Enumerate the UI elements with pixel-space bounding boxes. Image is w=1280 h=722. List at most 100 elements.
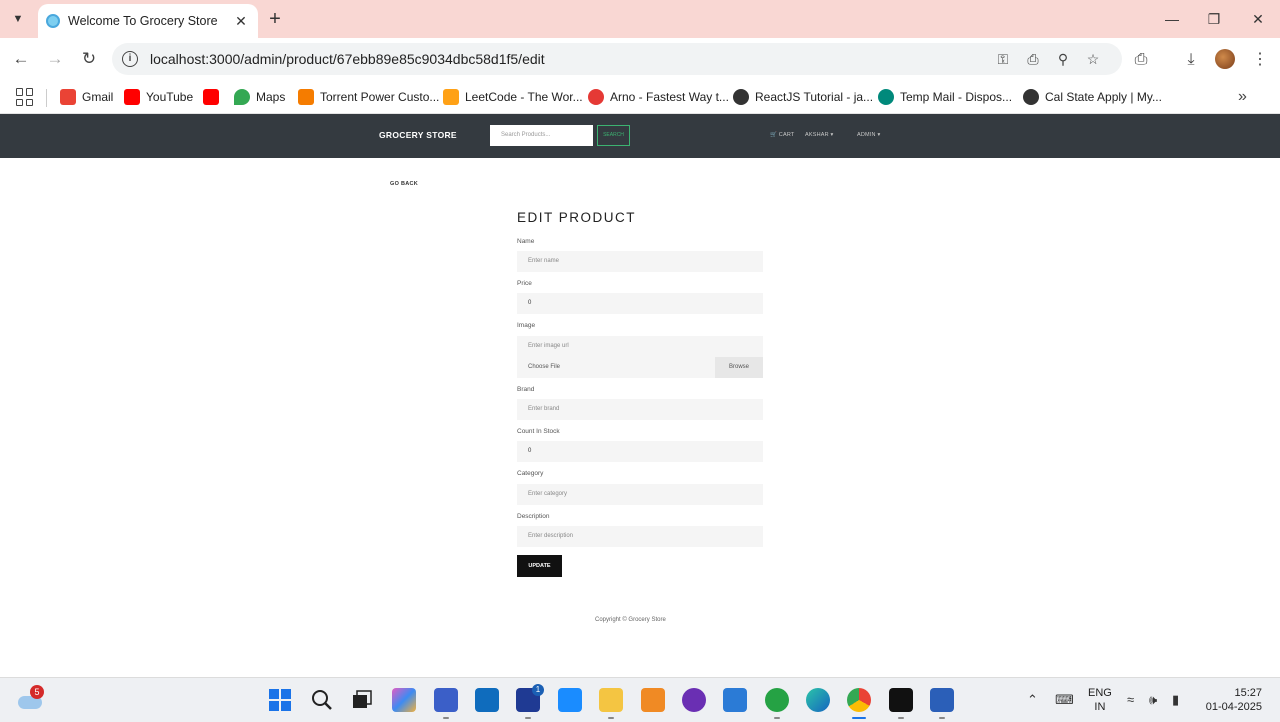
system-clock[interactable]: 15:27 01-04-2025 [1202,686,1262,714]
forward-icon[interactable]: → [42,46,68,72]
file-explorer-app[interactable] [599,688,623,719]
microsoft-store-app[interactable] [434,688,458,719]
image-file-input[interactable]: Choose File Browse [517,357,763,378]
bookmark-youtube-2[interactable] [203,86,225,108]
site-brand[interactable]: GROCERY STORE [379,130,457,140]
reload-icon[interactable]: ↻ [76,46,102,72]
description-field[interactable]: Enter description [517,526,763,547]
show-hidden-icons[interactable]: ⌃ [1027,692,1038,708]
wifi-icon[interactable]: ≈ [1127,692,1134,707]
youtube-icon [124,89,140,105]
browser-tab-active[interactable]: Welcome To Grocery Store ✕ [38,4,258,38]
keyboard-icon[interactable]: ⌨ [1055,692,1074,708]
cart-link[interactable]: 🛒 CART [770,132,794,138]
bookmarks-divider [46,89,47,107]
back-icon[interactable]: ← [8,46,34,72]
search-button[interactable]: SEARCH [597,125,630,146]
chrome-menu-icon[interactable]: ⋮ [1248,48,1272,72]
category-field[interactable]: Enter category [517,484,763,505]
update-button[interactable]: UPDATE [517,555,562,577]
browser-toolbar: ← → ↻ i localhost:3000/admin/product/67e… [0,38,1280,80]
site-info-icon[interactable]: i [122,51,138,67]
language-code: ENG [1088,687,1112,699]
admin-label: ADMIN [857,132,876,138]
extensions-icon[interactable]: ⎙ [1129,48,1153,72]
password-key-icon[interactable]: ⚿ [993,49,1013,69]
bookmark-youtube[interactable]: YouTube [124,86,193,108]
new-tab-icon[interactable]: + [264,6,286,32]
user-menu[interactable]: AKSHAR ▾ [805,132,834,138]
bookmark-torrent-power[interactable]: Torrent Power Custo... [298,86,439,108]
bookmark-temp-mail[interactable]: Temp Mail - Dispos... [878,86,1012,108]
chrome-app[interactable] [847,688,871,719]
search-input[interactable]: Search Products... [490,125,593,146]
bookmark-label: Maps [256,90,286,104]
running-indicator [608,717,614,719]
zoom-icon[interactable]: ⚲ [1053,49,1073,69]
address-bar[interactable]: i localhost:3000/admin/product/67ebb89e8… [112,43,1122,75]
downloads-icon[interactable]: ⤓ [1179,48,1203,72]
brand-field[interactable]: Enter brand [517,399,763,420]
bookmark-gmail[interactable]: Gmail [60,86,113,108]
arno-icon [588,89,604,105]
whatsapp-app[interactable] [765,688,789,719]
image-label: Image [517,322,536,329]
volume-icon[interactable]: 🕪 [1149,692,1157,708]
search-taskbar-button[interactable] [310,688,334,712]
blue-app[interactable] [558,688,582,712]
globe-icon [733,89,749,105]
restore-icon[interactable]: ❐ [1194,6,1234,32]
youtube-icon [203,89,219,105]
install-app-icon[interactable]: ⎙ [1023,49,1043,69]
outlook-app[interactable] [475,688,499,712]
bookmark-leetcode[interactable]: LeetCode - The Wor... [443,86,583,108]
search-icon [312,690,332,710]
more-bookmarks-icon[interactable]: » [1238,88,1247,106]
language-indicator[interactable]: ENG IN [1088,686,1112,714]
bookmark-reactjs[interactable]: ReactJS Tutorial - ja... [733,86,873,108]
brand-label: Brand [517,386,535,393]
apps-grid-icon[interactable] [16,88,34,106]
minimize-icon[interactable]: — [1152,6,1192,32]
windows-logo-icon [269,689,291,711]
app-badge: 1 [532,684,544,696]
region-code: IN [1094,701,1106,713]
price-label: Price [517,280,532,287]
close-window-icon[interactable]: ✕ [1238,6,1278,32]
gmail-icon [60,89,76,105]
l-app[interactable]: 1 [516,684,544,719]
profile-avatar[interactable] [1215,49,1235,69]
temp-mail-icon [878,89,894,105]
start-button[interactable] [268,688,292,712]
tab-close-icon[interactable]: ✕ [232,13,250,30]
word-app[interactable] [930,688,954,719]
address-url[interactable]: localhost:3000/admin/product/67ebb89e85c… [150,51,545,67]
browse-button[interactable]: Browse [715,357,763,378]
tab-search-dropdown-icon[interactable]: ▼ [6,8,30,30]
running-indicator [443,717,449,719]
edge-app[interactable] [806,688,830,712]
task-view-icon [353,690,372,708]
terminal-app[interactable] [889,688,913,719]
sublime-text-app[interactable] [641,688,665,712]
bookmark-arno[interactable]: Arno - Fastest Way t... [588,86,729,108]
github-desktop-app[interactable] [682,688,706,712]
bookmarks-bar: Gmail YouTube Maps Torrent Power Custo..… [0,80,1280,114]
task-view-button[interactable] [350,688,374,712]
name-field[interactable]: Enter name [517,251,763,272]
bookmark-cal-state[interactable]: Cal State Apply | My... [1023,86,1162,108]
bookmark-maps[interactable]: Maps [234,86,285,108]
weather-widget[interactable]: 5 [18,685,44,712]
price-field[interactable]: 0 [517,293,763,314]
running-indicator [525,717,531,719]
go-back-link[interactable]: GO BACK [390,181,418,187]
copilot-app[interactable] [392,688,416,712]
vscode-app[interactable] [723,688,747,712]
image-url-field[interactable]: Enter image url [517,336,763,357]
bookmark-star-icon[interactable]: ☆ [1083,49,1103,69]
bookmark-label: YouTube [146,90,194,104]
admin-menu[interactable]: ADMIN ▾ [857,132,880,138]
bookmark-label: Gmail [82,90,114,104]
battery-icon[interactable]: ▮ [1172,692,1179,708]
count-in-stock-field[interactable]: 0 [517,441,763,462]
